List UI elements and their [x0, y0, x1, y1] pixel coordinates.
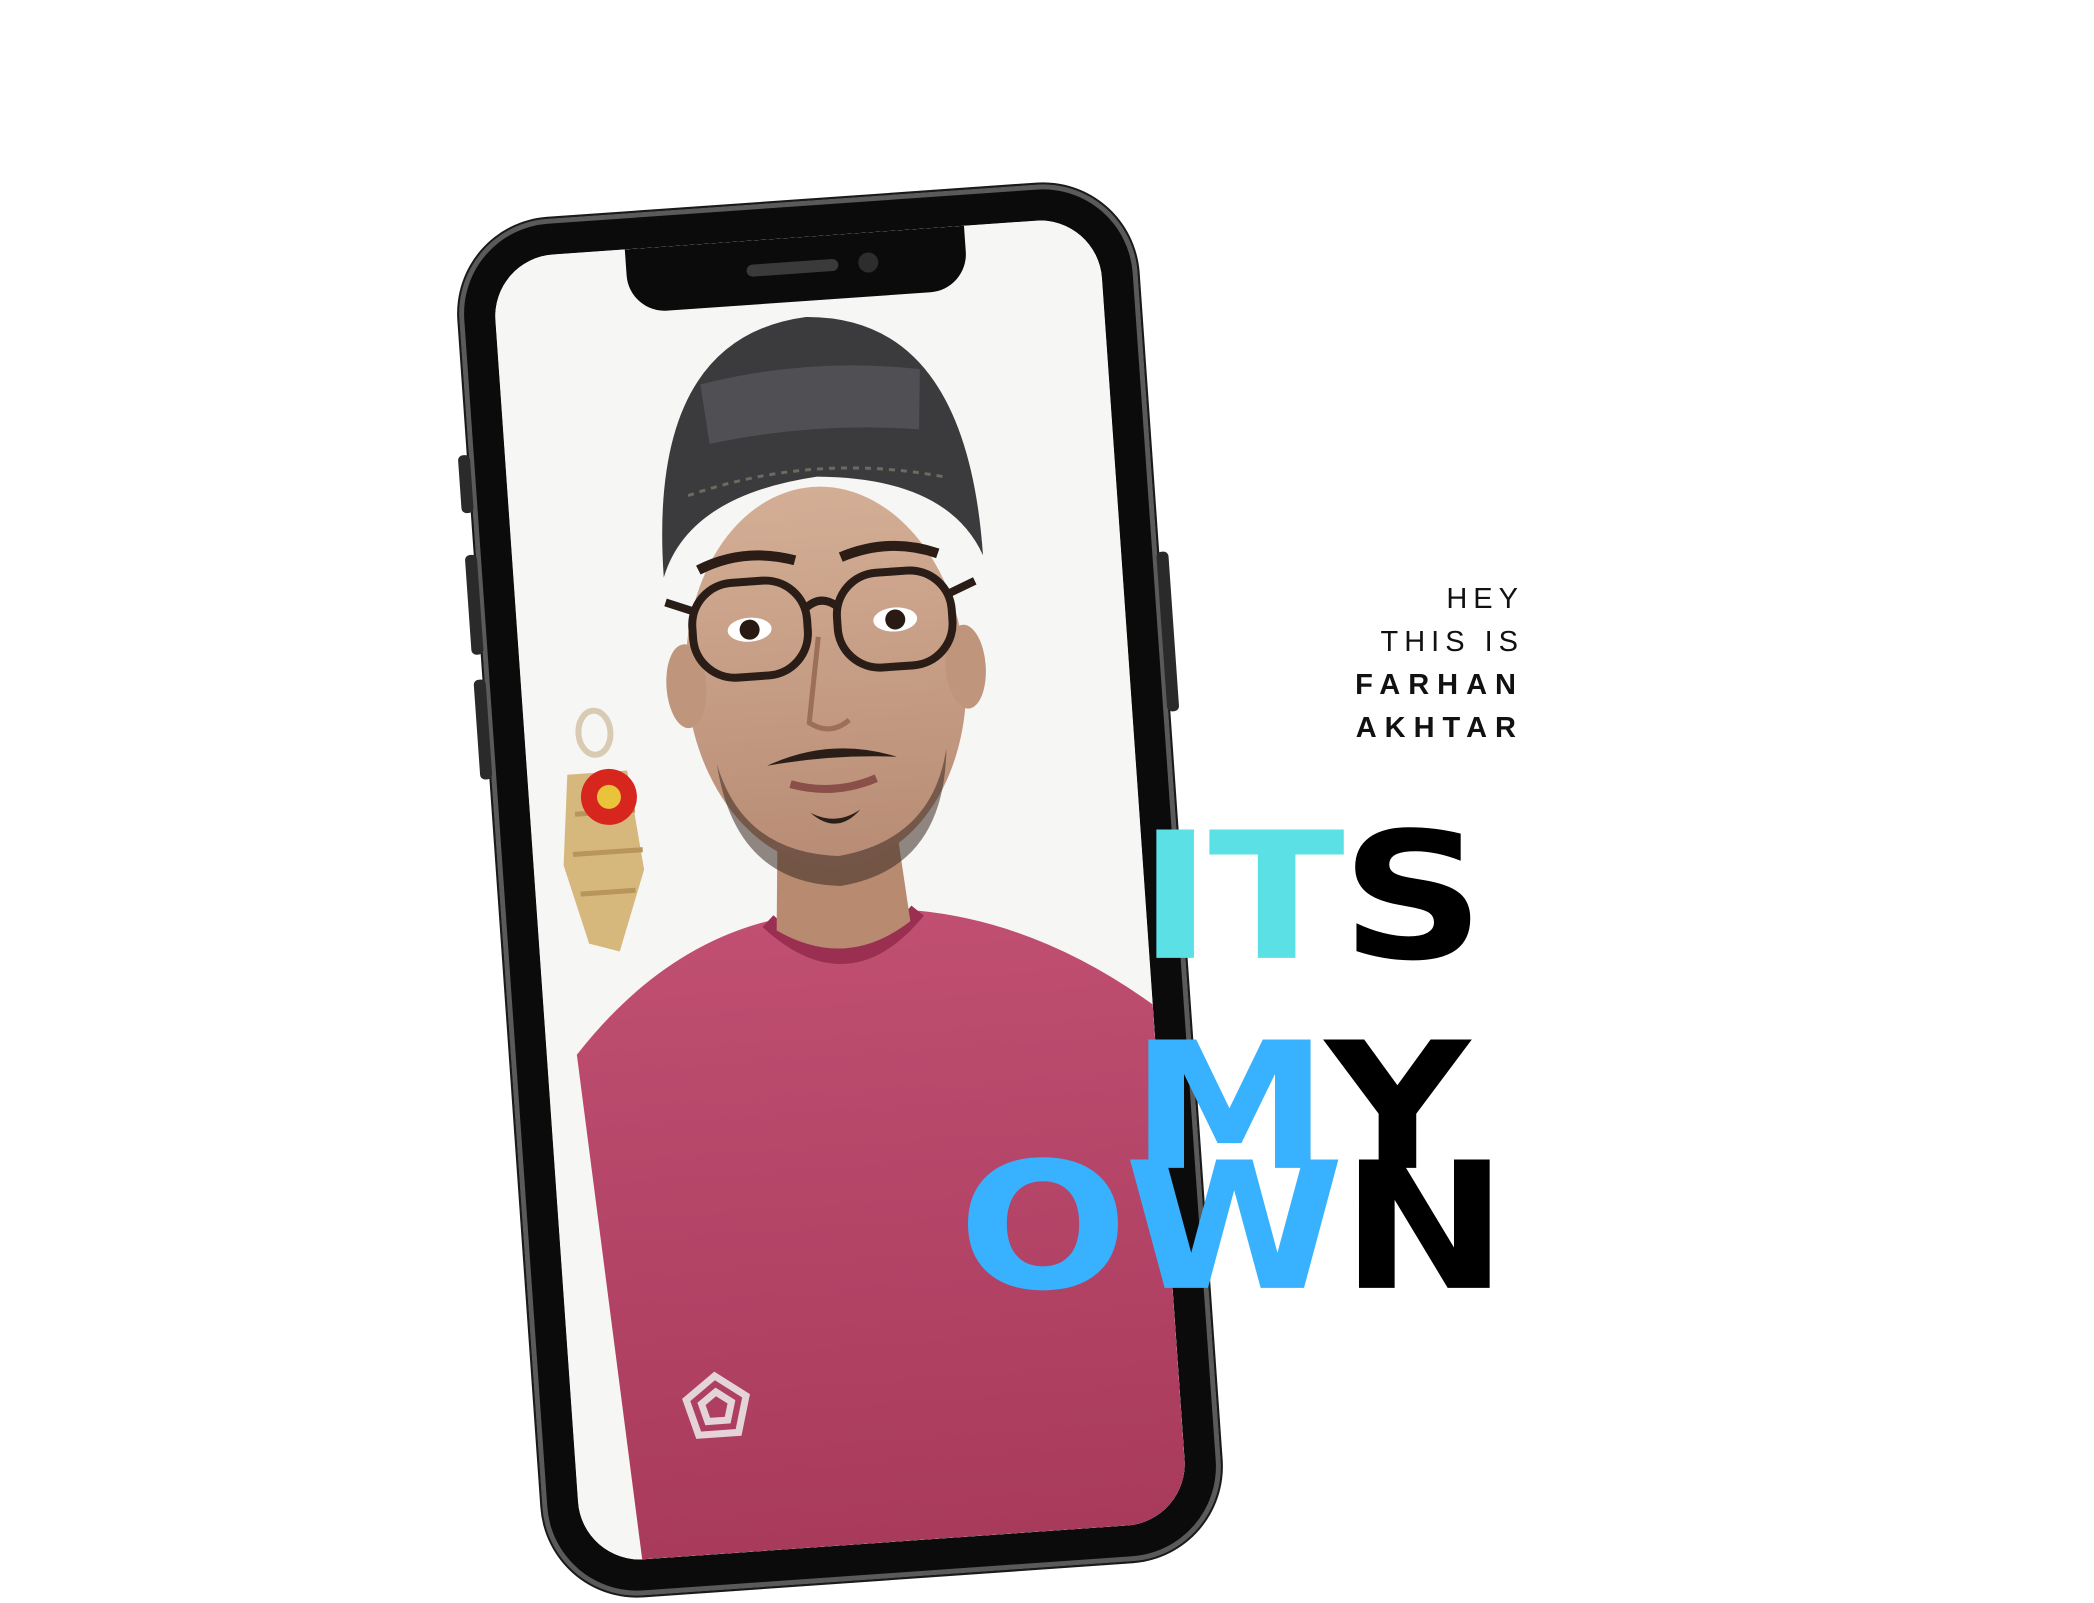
- intro-line-this-is: THIS IS: [1380, 626, 1524, 658]
- phone-screen: [491, 216, 1189, 1564]
- intro-line-hey: HEY: [1446, 583, 1524, 615]
- headline-its-accent: IT: [1138, 795, 1345, 1001]
- intro-line-last-name: AKHTAR: [1355, 712, 1524, 744]
- portrait-photo: [491, 216, 1189, 1564]
- intro-line-first-name: FARHAN: [1355, 669, 1524, 701]
- headline-own-accent: OW: [958, 1125, 1345, 1331]
- speaker-grille: [746, 258, 839, 277]
- headline-line-its: ITS: [1138, 795, 1485, 1001]
- headline-line-own: OWN: [958, 1125, 1508, 1331]
- intro-text: HEY THIS IS FARHAN AKHTAR: [1355, 578, 1524, 750]
- headline-own-dark: N: [1340, 1125, 1508, 1331]
- front-camera-icon: [857, 251, 879, 274]
- headline-its-dark: S: [1340, 795, 1485, 1001]
- phone-mockup: [452, 177, 1228, 1603]
